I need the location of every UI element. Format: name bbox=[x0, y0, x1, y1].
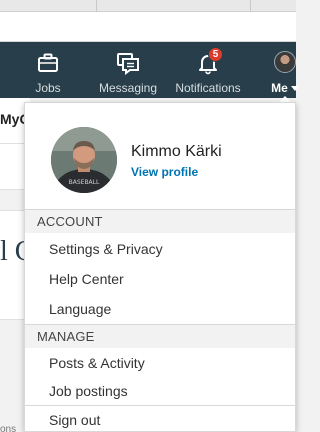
tab-divider bbox=[96, 0, 97, 12]
menu-item-settings-privacy[interactable]: Settings & Privacy bbox=[25, 235, 295, 263]
svg-text:BASEBALL: BASEBALL bbox=[69, 179, 100, 186]
me-dropdown-menu: BASEBALL Kimmo Kärki View profile ACCOUN… bbox=[24, 102, 296, 432]
address-bar[interactable] bbox=[0, 12, 296, 42]
nav-item-jobs[interactable]: Jobs bbox=[30, 42, 66, 98]
menu-item-job-postings[interactable]: Job postings bbox=[25, 377, 295, 405]
nav-label: Notifications bbox=[175, 81, 241, 95]
nav-item-me[interactable]: Me bbox=[270, 42, 300, 98]
tab-divider bbox=[250, 0, 251, 12]
chevron-down-icon bbox=[290, 86, 299, 92]
browser-tab-strip bbox=[0, 0, 296, 12]
menu-item-sign-out[interactable]: Sign out bbox=[25, 406, 295, 432]
profile-name: Kimmo Kärki bbox=[131, 143, 222, 160]
profile-photo: BASEBALL bbox=[51, 127, 117, 193]
nav-label: Messaging bbox=[98, 81, 158, 95]
menu-item-help-center[interactable]: Help Center bbox=[25, 265, 295, 293]
nav-label: Jobs bbox=[35, 81, 61, 95]
nav-item-messaging[interactable]: Messaging bbox=[98, 42, 158, 98]
view-profile-link[interactable]: View profile bbox=[131, 165, 198, 179]
avatar bbox=[274, 51, 296, 73]
section-header-manage: MANAGE bbox=[25, 324, 295, 348]
briefcase-icon bbox=[35, 51, 61, 75]
nav-item-notifications[interactable]: 5 Notifications bbox=[172, 42, 244, 98]
top-navigation: Jobs Messaging 5 Notifications Me bbox=[0, 42, 299, 98]
section-header-account: ACCOUNT bbox=[25, 209, 295, 233]
nav-item-partial[interactable] bbox=[0, 78, 4, 88]
profile-summary[interactable]: BASEBALL Kimmo Kärki View profile bbox=[25, 103, 295, 209]
menu-item-language[interactable]: Language bbox=[25, 295, 295, 323]
me-avatar-wrap bbox=[273, 51, 297, 75]
nav-label-me: Me bbox=[271, 81, 299, 95]
messaging-icon bbox=[115, 51, 141, 75]
menu-item-posts-activity[interactable]: Posts & Activity bbox=[25, 349, 295, 377]
background-text: ons bbox=[0, 424, 17, 432]
notification-badge: 5 bbox=[208, 47, 223, 62]
bell-icon: 5 bbox=[195, 47, 223, 75]
